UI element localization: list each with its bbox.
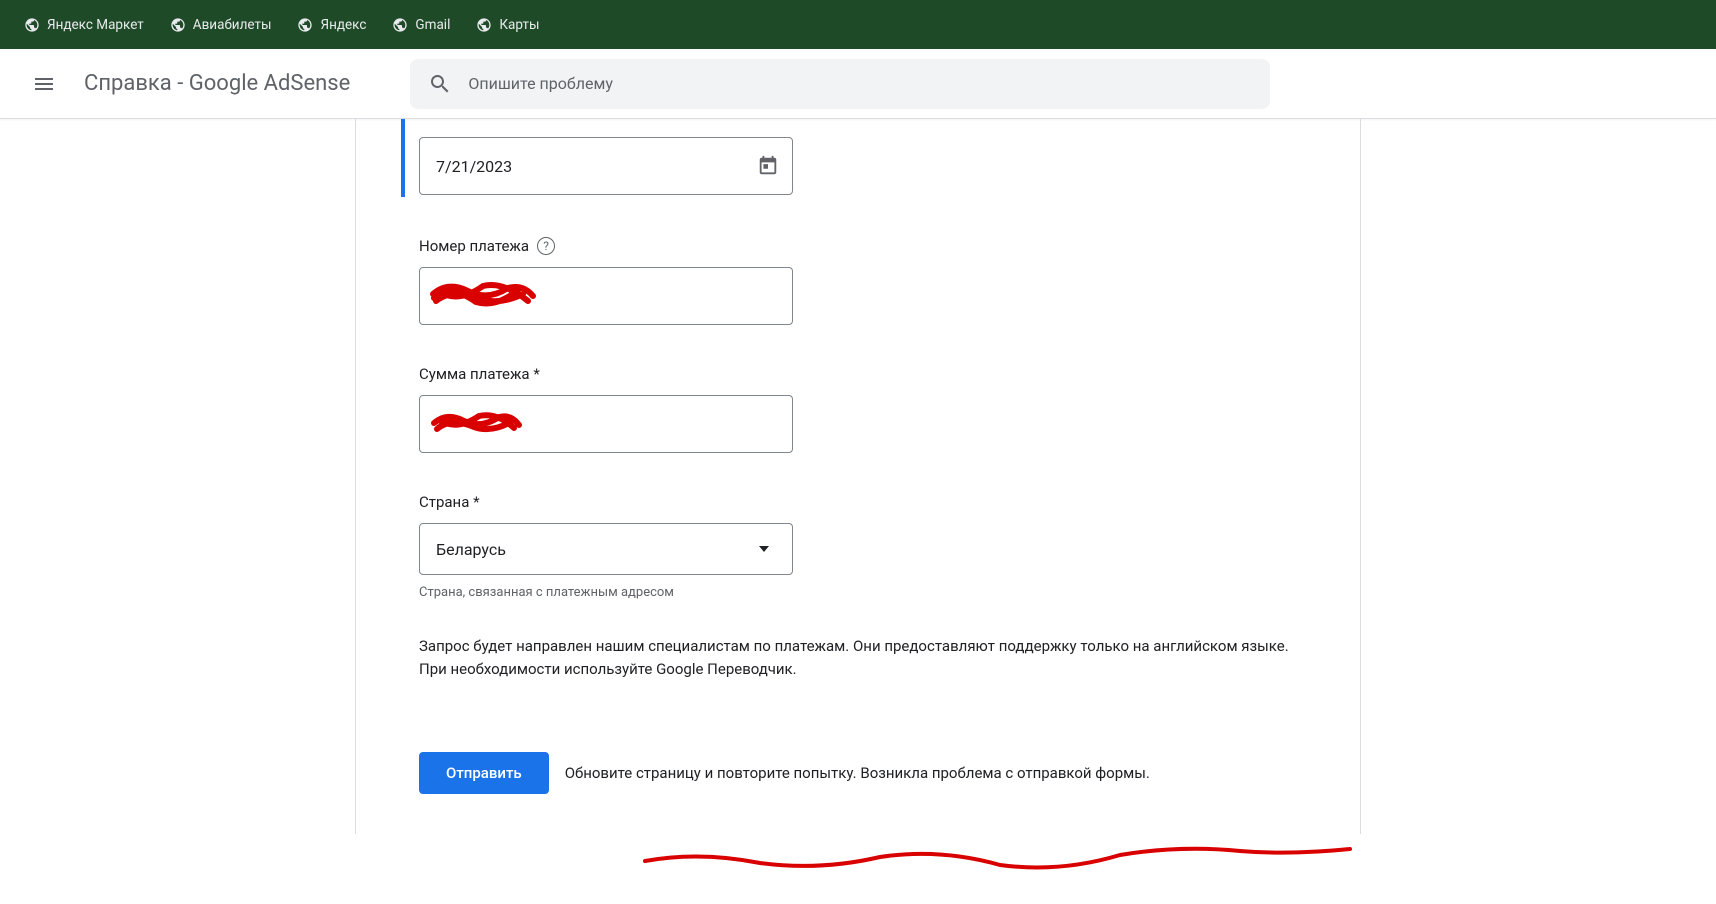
- bookmark-label: Яндекс: [320, 17, 366, 33]
- globe-icon: [170, 17, 186, 33]
- menu-button[interactable]: [20, 60, 68, 108]
- bookmark-label: Яндекс Маркет: [47, 17, 144, 33]
- annotation-underline: [640, 843, 1360, 873]
- payment-amount-group: Сумма платежа *: [419, 365, 1297, 453]
- country-hint: Страна, связанная с платежным адресом: [419, 585, 1297, 600]
- bookmark-gmail[interactable]: Gmail: [382, 12, 460, 38]
- bookmark-yandex[interactable]: Яндекс: [287, 12, 376, 38]
- hamburger-icon: [32, 72, 56, 96]
- form-panel: Номер платежа ? Сумма платежа * Страна *…: [355, 119, 1361, 834]
- page-title: Справка - Google AdSense: [84, 71, 350, 96]
- submit-row: Отправить Обновите страницу и повторите …: [419, 752, 1297, 794]
- bookmark-label: Авиабилеты: [193, 17, 272, 33]
- payment-number-label: Номер платежа ?: [419, 237, 1297, 255]
- main-content: Номер платежа ? Сумма платежа * Страна *…: [0, 119, 1716, 834]
- app-header: Справка - Google AdSense: [0, 49, 1716, 119]
- search-icon: [428, 72, 452, 96]
- search-input[interactable]: [468, 74, 1252, 93]
- payment-number-group: Номер платежа ?: [419, 237, 1297, 325]
- form-error-message: Обновите страницу и повторите попытку. В…: [565, 764, 1150, 782]
- form-info-text: Запрос будет направлен нашим специалиста…: [419, 635, 1297, 682]
- bookmark-karty[interactable]: Карты: [466, 12, 549, 38]
- country-label: Страна *: [419, 493, 1297, 511]
- payment-number-input[interactable]: [419, 267, 793, 325]
- payment-amount-label: Сумма платежа *: [419, 365, 1297, 383]
- search-container: [410, 59, 1270, 109]
- date-input[interactable]: [419, 137, 793, 195]
- bookmark-label: Карты: [499, 17, 539, 33]
- globe-icon: [24, 17, 40, 33]
- label-text: Номер платежа: [419, 237, 529, 255]
- bookmark-yandex-market[interactable]: Яндекс Маркет: [14, 12, 154, 38]
- submit-button[interactable]: Отправить: [419, 752, 549, 794]
- payment-amount-input[interactable]: [419, 395, 793, 453]
- help-icon[interactable]: ?: [537, 237, 555, 255]
- country-select[interactable]: Беларусь: [419, 523, 793, 575]
- country-group: Страна * Беларусь Страна, связанная с пл…: [419, 493, 1297, 600]
- bookmark-aviabilety[interactable]: Авиабилеты: [160, 12, 282, 38]
- globe-icon: [392, 17, 408, 33]
- globe-icon: [476, 17, 492, 33]
- globe-icon: [297, 17, 313, 33]
- bookmarks-bar: Яндекс Маркет Авиабилеты Яндекс Gmail Ка…: [0, 0, 1716, 49]
- date-field-group: [401, 119, 1297, 197]
- bookmark-label: Gmail: [415, 17, 450, 33]
